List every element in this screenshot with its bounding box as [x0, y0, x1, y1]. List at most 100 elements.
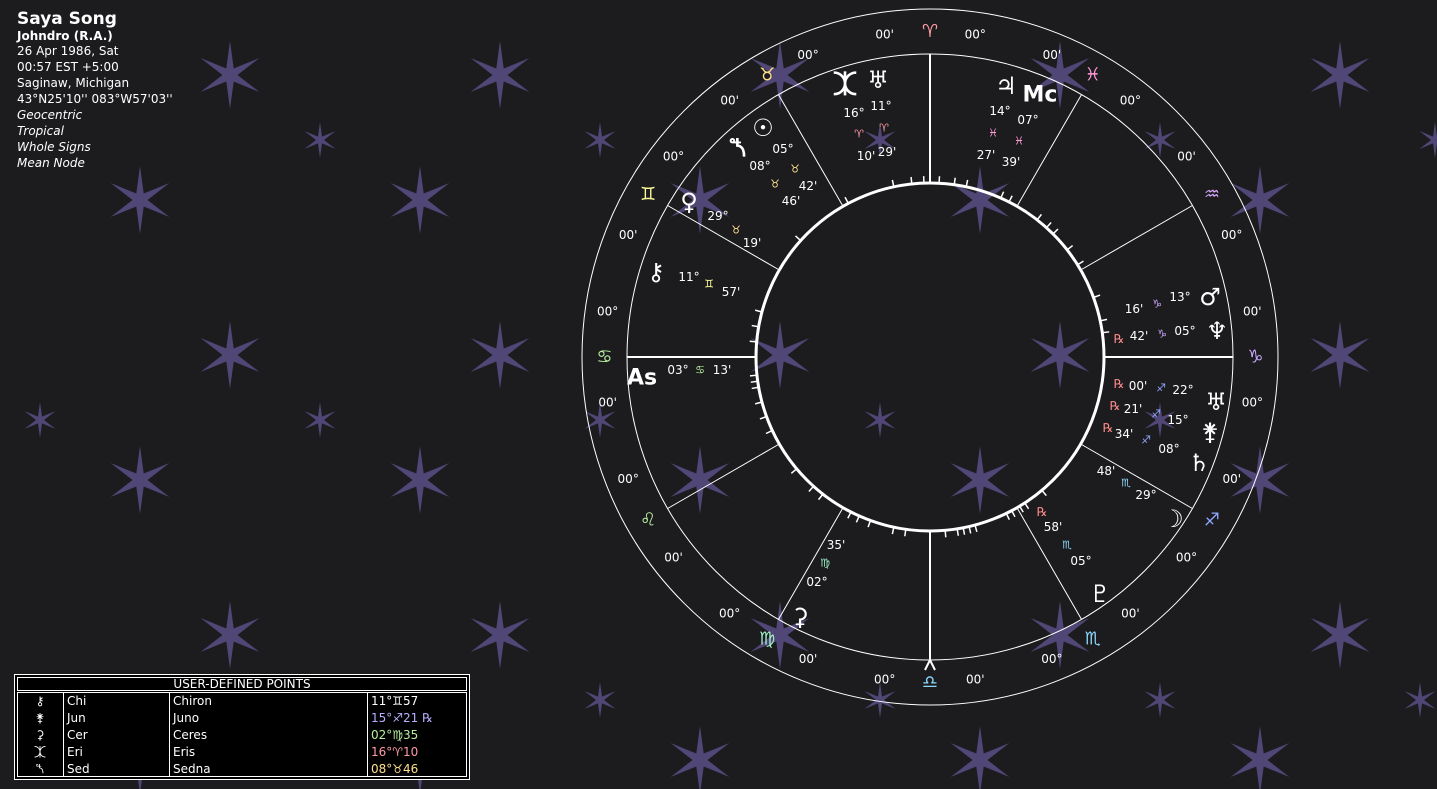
saturn-degree: 08°: [1158, 442, 1179, 456]
sedna-sign-icon: ♉: [770, 178, 780, 191]
uranus-top-sign-icon: ♈: [879, 122, 889, 135]
juno-minute: 21': [1124, 402, 1143, 416]
moon-degree: 29°: [1135, 488, 1156, 502]
juno-retrograde-icon: ℞: [1110, 399, 1121, 413]
cusp-degree: 00°: [874, 672, 895, 686]
chiron-minute: 57': [722, 285, 741, 299]
house-cusp-line: [778, 507, 844, 620]
cusp-minute: 00': [875, 28, 894, 42]
cusp-minute: 00': [598, 395, 617, 409]
asc-sign-icon: ♋: [695, 364, 705, 377]
mars-sign-icon: ♑: [1152, 298, 1162, 311]
position-tick: [1066, 244, 1074, 251]
cusp-degree: 00°: [597, 305, 618, 319]
zodiac-sign-icon: ♎: [922, 672, 938, 693]
position-tick: [817, 493, 824, 501]
position-tick: [1052, 228, 1059, 235]
chiron-sign-icon: ♊: [704, 278, 714, 291]
venus-sign-icon: ♉: [731, 224, 741, 237]
eris-minute: 10': [857, 149, 876, 163]
saturn-icon: ♄: [1188, 449, 1210, 477]
position-tick: [1011, 510, 1016, 518]
position-tick: [1102, 331, 1110, 334]
cusp-degree: 00°: [618, 472, 639, 486]
position-tick: [749, 374, 758, 377]
venus-icon: ♀: [680, 188, 698, 216]
uranus-top-minute: 29': [878, 145, 897, 159]
position-tick: [1008, 195, 1013, 203]
position-tick: [904, 529, 907, 537]
cusp-degree: 00°: [1120, 94, 1141, 108]
saturn-sign-icon: ♐: [1141, 434, 1151, 447]
position-tick: [1024, 502, 1030, 510]
zodiac-sign-icon: ♋: [596, 347, 612, 368]
natal-chart-wheel[interactable]: ♋ 00° 00' ♌ 00° 00' ♍ 00° 00' ♎ 00° 00' ♏ 00° 00' ♐ 00° 0…: [0, 0, 1437, 789]
sun-icon: ☉: [752, 114, 774, 142]
zodiac-sign-icon: ♑: [1247, 347, 1263, 368]
jupiter-sign-icon: ♓: [988, 127, 998, 140]
juno-icon: ⚵: [1201, 418, 1219, 446]
cusp-degree: 00°: [1221, 228, 1242, 242]
eris-sign-icon: ♈: [854, 128, 864, 141]
midheaven-label: Mc: [1023, 83, 1058, 108]
asc-minute: 13': [713, 363, 732, 377]
zodiac-sign-icon: ♉: [759, 65, 775, 86]
zodiac-sign-icon: ♍: [759, 628, 775, 649]
position-tick: [1041, 489, 1047, 497]
cusp-minute: 00': [619, 228, 638, 242]
cusp-minute: 00': [720, 94, 739, 108]
house-cusp-line: [667, 443, 780, 509]
asc-degree: 03°: [667, 363, 688, 377]
ceres-minute: 35': [827, 538, 846, 552]
moon-sign-icon: ♏: [1121, 477, 1131, 490]
saturn-minute: 34': [1115, 427, 1134, 441]
uranus-minute: 00': [1129, 379, 1148, 393]
position-tick: [953, 177, 956, 185]
position-tick: [750, 380, 758, 383]
position-tick: [1045, 221, 1052, 229]
position-tick: [790, 468, 798, 474]
mc-minute: 39': [1002, 155, 1021, 169]
juno-degree: 15°: [1167, 413, 1188, 427]
sun-degree: 05°: [772, 142, 793, 156]
uranus-degree: 22°: [1172, 383, 1193, 397]
zodiac-sign-icon: ♈: [922, 21, 938, 42]
chiron-icon: ⚷: [647, 258, 665, 286]
cusp-degree: 00°: [1176, 550, 1197, 564]
cusp-minute: 00': [1177, 150, 1196, 164]
cusp-minute: 00': [966, 672, 985, 686]
sedna-icon: ⯲: [729, 134, 746, 162]
uranus-retrograde-icon: ℞: [1114, 377, 1125, 391]
juno-sign-icon: ♐: [1151, 408, 1161, 421]
chiron-degree: 11°: [678, 270, 699, 284]
mc-sign-icon: ♓: [1014, 135, 1024, 148]
mars-icon: ♂: [1199, 283, 1221, 311]
position-tick: [910, 176, 913, 185]
mc-degree: 07°: [1017, 113, 1038, 127]
aspect-circle: [754, 181, 1106, 533]
uranus-icon: ♅: [1205, 388, 1227, 416]
house-cusp-line: [1016, 94, 1082, 207]
zodiac-sign-icon: ♓: [1085, 65, 1101, 86]
cusp-degree: 00°: [1242, 395, 1263, 409]
position-tick: [1005, 513, 1011, 521]
sedna-minute: 46': [782, 194, 801, 208]
cusp-minute: 00': [1043, 48, 1062, 62]
mc-arrow-icon: [924, 657, 936, 671]
uranus-top-degree: 11°: [870, 99, 891, 113]
position-tick: [1077, 260, 1084, 266]
pluto-minute: 58': [1044, 520, 1063, 534]
saturn-retrograde-icon: ℞: [1103, 421, 1114, 435]
position-tick: [749, 340, 757, 343]
pluto-icon: ♇: [1089, 580, 1111, 608]
position-tick: [944, 530, 947, 538]
ceres-sign-icon: ♍: [820, 557, 830, 570]
sedna-degree: 08°: [749, 159, 770, 173]
sun-minute: 42': [799, 179, 818, 193]
ceres-icon: ⚳: [791, 603, 809, 631]
neptune-sign-icon: ♑: [1157, 328, 1167, 341]
zodiac-sign-icon: ♐: [1204, 509, 1220, 530]
mars-minute: 16': [1125, 302, 1144, 316]
position-tick: [808, 485, 815, 493]
zodiac-sign-icon: ♊: [640, 184, 656, 205]
